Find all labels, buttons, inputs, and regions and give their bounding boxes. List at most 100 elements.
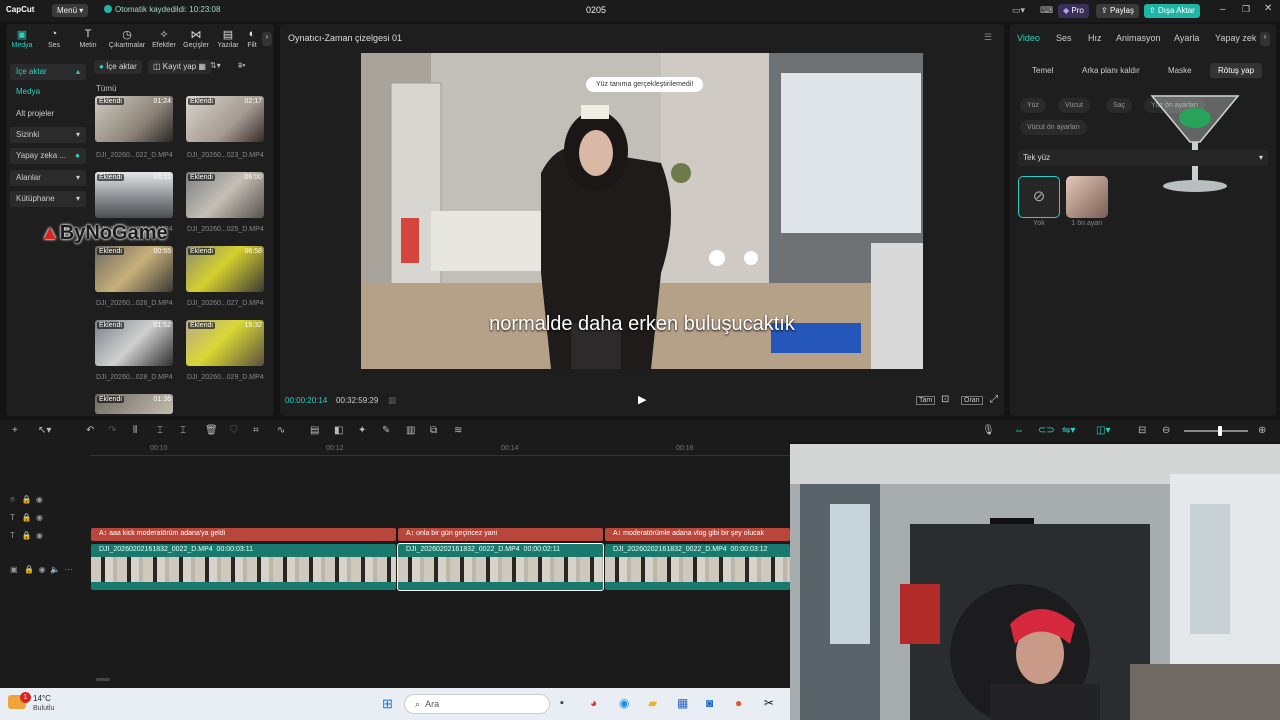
video-clip[interactable]: DJI_20260202161832_0022_D.MP4 00:00:03:1…	[91, 544, 396, 590]
hamburger-icon[interactable]: ☰	[984, 32, 992, 43]
export-button[interactable]: ⇧ Dışa Aktar	[1144, 4, 1200, 18]
video-preview[interactable]: Yüz tanıma gerçekleştirilemedi! normalde…	[361, 53, 923, 369]
play-icon[interactable]: ▶	[638, 393, 646, 406]
chip-body-presets[interactable]: Vücut ön ayarları	[1020, 120, 1087, 135]
layout-icon[interactable]: ▭▾	[1012, 5, 1025, 16]
sidenav-yours[interactable]: Sizinki ▾	[10, 127, 86, 143]
link-main-icon[interactable]: ⇔	[1014, 425, 1024, 436]
add-icon[interactable]: +	[12, 425, 18, 436]
preset-1[interactable]	[1066, 176, 1108, 218]
tool-text[interactable]: T Metin	[72, 28, 104, 49]
curve-icon[interactable]: ∿	[277, 425, 285, 436]
microphone-icon[interactable]: 🎙	[982, 425, 995, 436]
record-button[interactable]: ◫ Kayıt yap ▦	[148, 60, 211, 74]
import-button[interactable]: ● İçe aktar	[94, 60, 142, 74]
fullscreen-icon[interactable]: ⤢	[990, 394, 998, 405]
magnet-icon[interactable]: ⊂⊃	[1038, 425, 1055, 436]
copilot-icon[interactable]: ◕	[590, 696, 597, 710]
sort-icon[interactable]: ⇅▾	[210, 61, 221, 70]
sidenav-spaces[interactable]: Alanlar ▾	[10, 170, 86, 186]
link-icon[interactable]: ⇋▾	[1062, 425, 1075, 436]
zoom-out-icon[interactable]: ⊖	[1162, 425, 1170, 436]
lock-icon[interactable]: 🔒	[24, 565, 34, 574]
tab-adjust[interactable]: Ayarla	[1174, 33, 1199, 43]
file-explorer-icon[interactable]: ▰	[648, 696, 657, 710]
sidenav-library[interactable]: Kütüphane ▾	[10, 191, 86, 207]
eye-icon[interactable]: ◉	[39, 565, 46, 574]
select-icon[interactable]: ↖▾	[38, 425, 51, 436]
tab-ai[interactable]: Yapay zek	[1215, 33, 1259, 43]
subtab-retouch[interactable]: Rötuş yap	[1210, 63, 1263, 78]
more-icon[interactable]: ⋯	[65, 565, 73, 574]
freeze-icon[interactable]: ▥	[406, 425, 415, 436]
tool-transitions[interactable]: ⋈ Geçişler	[180, 28, 212, 49]
share-button[interactable]: ⇪ Paylaş	[1096, 4, 1139, 18]
chip-hair[interactable]: Saç	[1106, 98, 1133, 113]
delete-icon[interactable]: 🗑	[205, 425, 218, 436]
media-thumb[interactable]: Eklendi 01:11	[95, 172, 173, 218]
focus-icon[interactable]: ⊡	[941, 394, 949, 405]
zoom-slider-thumb[interactable]	[1218, 426, 1222, 436]
chevron-right-icon[interactable]: ›	[1260, 32, 1270, 46]
preset-none[interactable]: ⊘	[1018, 176, 1060, 218]
video-clip[interactable]: DJI_20260202161832_0022_D.MP4 00:00:03:1…	[605, 544, 790, 590]
undo-icon[interactable]: ↶	[86, 425, 94, 436]
media-thumb[interactable]: Eklendi 01:24	[95, 96, 173, 142]
caption-icon[interactable]: ▤	[310, 425, 319, 436]
store-icon[interactable]: ▦	[677, 696, 688, 710]
subtab-basic[interactable]: Temel	[1024, 63, 1061, 78]
timeline-scrollbar[interactable]	[96, 678, 110, 681]
tab-animation[interactable]: Animasyon	[1116, 33, 1161, 43]
tool-effects[interactable]: ✧ Efektler	[148, 28, 180, 49]
full-button[interactable]: Tam	[916, 396, 936, 405]
subtab-remove-bg[interactable]: Arka planı kaldır	[1074, 63, 1148, 78]
auto-cut-icon[interactable]: ✎	[382, 425, 390, 436]
split-right-icon[interactable]: ⌶	[180, 425, 186, 436]
split-icon[interactable]: ⫴	[133, 425, 137, 436]
export-frame-icon[interactable]: ⧉	[430, 425, 437, 436]
lock-icon[interactable]: 🔒	[22, 513, 32, 522]
minimize-icon[interactable]: –	[1220, 4, 1226, 15]
zoom-in-icon[interactable]: ⊕	[1258, 425, 1266, 436]
menu-button[interactable]: Menü ▾	[52, 4, 89, 17]
tool-filters[interactable]: ◐ Filt	[242, 28, 262, 49]
filter-icon[interactable]: ⩩▾	[238, 61, 246, 71]
outlook-icon[interactable]: ◙	[706, 696, 713, 710]
tab-video[interactable]: Video	[1017, 33, 1040, 43]
eye-icon[interactable]: ◉	[36, 531, 43, 540]
ratio-button[interactable]: Oran	[961, 396, 983, 405]
subtab-mask[interactable]: Maske	[1160, 63, 1200, 78]
redo-icon[interactable]: ↷	[108, 425, 116, 436]
media-thumb[interactable]: Eklendi 15:32	[186, 320, 264, 366]
tool-captions[interactable]: ▤ Yazılar	[212, 28, 244, 49]
media-thumb[interactable]: Eklendi 00:55	[95, 246, 173, 292]
media-thumb[interactable]: Eklendi 01:52	[95, 320, 173, 366]
task-view-icon[interactable]: ▪	[560, 697, 564, 709]
face-select-dropdown[interactable]: Tek yüz ▾	[1018, 150, 1268, 166]
windows-start-icon[interactable]: ⊞	[382, 696, 393, 712]
volume-icon[interactable]: 🔈	[50, 565, 60, 574]
media-thumb[interactable]: Eklendi 06:58	[186, 246, 264, 292]
split-left-icon[interactable]: ⌶	[157, 425, 163, 436]
sidenav-ai[interactable]: Yapay zeka ... ●	[10, 148, 86, 164]
sidenav-media[interactable]: Medya	[10, 84, 86, 100]
tool-audio[interactable]: ◔ Ses	[38, 28, 70, 49]
media-thumb[interactable]: Eklendi 01:36	[95, 394, 173, 414]
lock-icon[interactable]: 🔒	[22, 531, 32, 540]
magic-icon[interactable]: ✦	[358, 425, 366, 436]
tab-audio[interactable]: Ses	[1056, 33, 1072, 43]
sidenav-subprojects[interactable]: Alt projeler	[10, 106, 86, 122]
video-clip-selected[interactable]: DJI_20260202161832_0022_D.MP4 00:00:02:1…	[397, 543, 604, 591]
caption-clip[interactable]: A↕ moderatörümle adana vlog gibi bir şey…	[605, 528, 790, 541]
caption-clip[interactable]: A↕ aaa kick moderatörüm adana'ya geldi	[91, 528, 396, 541]
crop-icon[interactable]: ⌗	[253, 425, 259, 436]
chip-face[interactable]: Yüz	[1020, 98, 1047, 113]
firefox-icon[interactable]: ●	[735, 696, 742, 710]
edge-icon[interactable]: ◉	[619, 696, 629, 710]
tab-speed[interactable]: Hız	[1088, 33, 1102, 43]
sidenav-import[interactable]: İçe aktar ▴	[10, 64, 86, 80]
lock-icon[interactable]: 🔒	[21, 495, 31, 504]
search-box[interactable]: ⌕ Ara	[404, 694, 550, 714]
media-thumb[interactable]: Eklendi 02:17	[186, 96, 264, 142]
preview-axis-icon[interactable]: ◫▾	[1096, 425, 1110, 436]
